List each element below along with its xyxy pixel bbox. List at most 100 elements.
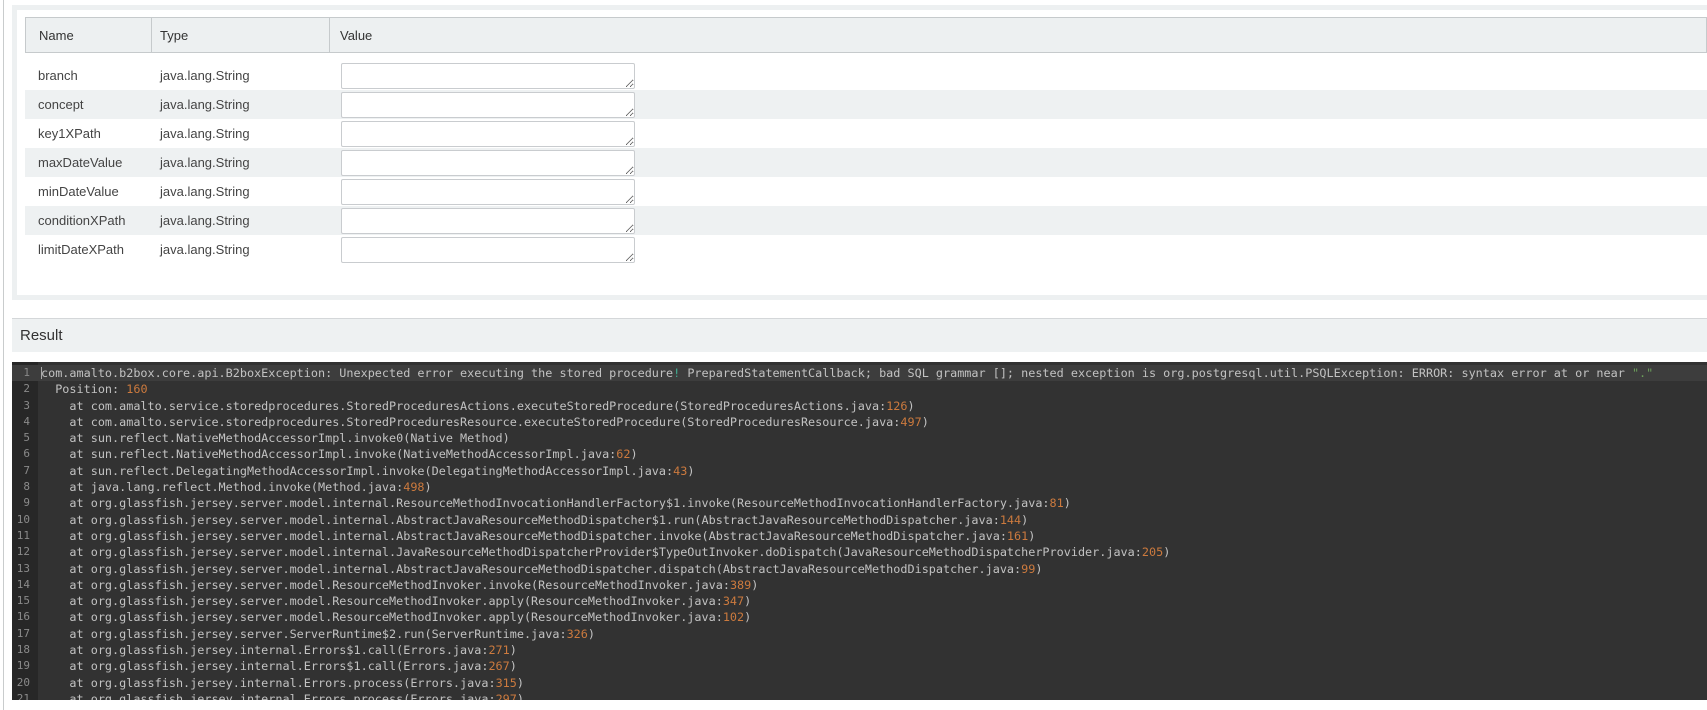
column-header-name: Name (26, 18, 152, 52)
value-textarea-key1XPath[interactable] (341, 121, 635, 147)
column-header-value: Value (330, 18, 1706, 52)
param-type: java.lang.String (160, 126, 341, 141)
param-type: java.lang.String (160, 213, 341, 228)
line-number: 20 (12, 675, 38, 691)
result-section-header: Result (12, 318, 1707, 352)
line-number: 14 (12, 577, 38, 593)
line-number: 19 (12, 658, 38, 674)
line-text: com.amalto.b2box.core.api.B2boxException… (38, 365, 1707, 381)
result-title: Result (20, 327, 63, 344)
line-number: 17 (12, 626, 38, 642)
line-text: at java.lang.reflect.Method.invoke(Metho… (38, 479, 1707, 495)
param-type: java.lang.String (160, 155, 341, 170)
line-text: at sun.reflect.NativeMethodAccessorImpl.… (38, 430, 1707, 446)
value-textarea-minDateValue[interactable] (341, 179, 635, 205)
parameters-panel: Name Type Value branchjava.lang.Stringco… (12, 5, 1707, 300)
console-line: 12 at org.glassfish.jersey.server.model.… (12, 544, 1707, 560)
console-line: 6 at sun.reflect.NativeMethodAccessorImp… (12, 446, 1707, 462)
line-text: Position: 160 (38, 381, 1707, 397)
line-text: at org.glassfish.jersey.server.ServerRun… (38, 626, 1707, 642)
line-number: 10 (12, 512, 38, 528)
line-text: at org.glassfish.jersey.internal.Errors$… (38, 642, 1707, 658)
console-line: 2 Position: 160 (12, 381, 1707, 397)
line-number: 21 (12, 691, 38, 700)
line-text: at sun.reflect.NativeMethodAccessorImpl.… (38, 446, 1707, 462)
parameters-card: Name Type Value branchjava.lang.Stringco… (17, 10, 1707, 295)
console-line: 20 at org.glassfish.jersey.internal.Erro… (12, 675, 1707, 691)
line-number: 5 (12, 430, 38, 446)
table-row: branchjava.lang.String (25, 61, 1707, 90)
value-textarea-limitDateXPath[interactable] (341, 237, 635, 263)
value-textarea-concept[interactable] (341, 92, 635, 118)
console-line: 11 at org.glassfish.jersey.server.model.… (12, 528, 1707, 544)
table-row: key1XPathjava.lang.String (25, 119, 1707, 148)
console-line: 4 at com.amalto.service.storedprocedures… (12, 414, 1707, 430)
console-line: 21 at org.glassfish.jersey.internal.Erro… (12, 691, 1707, 700)
console-line: 8 at java.lang.reflect.Method.invoke(Met… (12, 479, 1707, 495)
line-text: at org.glassfish.jersey.internal.Errors.… (38, 675, 1707, 691)
line-text: at org.glassfish.jersey.server.model.int… (38, 495, 1707, 511)
param-name: minDateValue (25, 184, 160, 199)
line-text: at org.glassfish.jersey.internal.Errors.… (38, 691, 1707, 700)
console-line: 9 at org.glassfish.jersey.server.model.i… (12, 495, 1707, 511)
param-name: concept (25, 97, 160, 112)
line-text: at org.glassfish.jersey.server.model.Res… (38, 593, 1707, 609)
line-number: 18 (12, 642, 38, 658)
line-text: at sun.reflect.DelegatingMethodAccessorI… (38, 463, 1707, 479)
param-name: maxDateValue (25, 155, 160, 170)
line-number: 1 (12, 365, 38, 381)
console-line: 17 at org.glassfish.jersey.server.Server… (12, 626, 1707, 642)
table-row: minDateValuejava.lang.String (25, 177, 1707, 206)
parameters-table-header: Name Type Value (25, 17, 1707, 53)
value-textarea-conditionXPath[interactable] (341, 208, 635, 234)
panel-splitter-line (3, 0, 4, 710)
line-number: 12 (12, 544, 38, 560)
line-number: 3 (12, 398, 38, 414)
line-number: 6 (12, 446, 38, 462)
line-number: 9 (12, 495, 38, 511)
line-text: at org.glassfish.jersey.server.model.Res… (38, 609, 1707, 625)
value-textarea-maxDateValue[interactable] (341, 150, 635, 176)
line-number: 4 (12, 414, 38, 430)
param-name: conditionXPath (25, 213, 160, 228)
console-line: 7 at sun.reflect.DelegatingMethodAccesso… (12, 463, 1707, 479)
console-line: 16 at org.glassfish.jersey.server.model.… (12, 609, 1707, 625)
param-name: key1XPath (25, 126, 160, 141)
table-row: conceptjava.lang.String (25, 90, 1707, 119)
line-text: at org.glassfish.jersey.internal.Errors$… (38, 658, 1707, 674)
console-line: 13 at org.glassfish.jersey.server.model.… (12, 561, 1707, 577)
parameters-table-body: branchjava.lang.Stringconceptjava.lang.S… (25, 61, 1707, 264)
line-number: 13 (12, 561, 38, 577)
console-line: 3 at com.amalto.service.storedprocedures… (12, 398, 1707, 414)
console-line: 14 at org.glassfish.jersey.server.model.… (12, 577, 1707, 593)
line-number: 7 (12, 463, 38, 479)
param-type: java.lang.String (160, 242, 341, 257)
line-number: 11 (12, 528, 38, 544)
table-row: limitDateXPathjava.lang.String (25, 235, 1707, 264)
column-header-type: Type (152, 18, 330, 52)
line-text: at org.glassfish.jersey.server.model.Res… (38, 577, 1707, 593)
table-row: maxDateValuejava.lang.String (25, 148, 1707, 177)
result-console[interactable]: 1com.amalto.b2box.core.api.B2boxExceptio… (12, 362, 1707, 700)
console-line: 19 at org.glassfish.jersey.internal.Erro… (12, 658, 1707, 674)
line-text: at com.amalto.service.storedprocedures.S… (38, 414, 1707, 430)
param-name: branch (25, 68, 160, 83)
line-text: at org.glassfish.jersey.server.model.int… (38, 528, 1707, 544)
console-line: 18 at org.glassfish.jersey.internal.Erro… (12, 642, 1707, 658)
line-number: 15 (12, 593, 38, 609)
line-number: 8 (12, 479, 38, 495)
console-line: 15 at org.glassfish.jersey.server.model.… (12, 593, 1707, 609)
console-line: 5 at sun.reflect.NativeMethodAccessorImp… (12, 430, 1707, 446)
param-type: java.lang.String (160, 184, 341, 199)
line-number: 2 (12, 381, 38, 397)
line-text: at org.glassfish.jersey.server.model.int… (38, 512, 1707, 528)
line-text: at com.amalto.service.storedprocedures.S… (38, 398, 1707, 414)
param-type: java.lang.String (160, 97, 341, 112)
line-text: at org.glassfish.jersey.server.model.int… (38, 561, 1707, 577)
param-type: java.lang.String (160, 68, 341, 83)
line-number: 16 (12, 609, 38, 625)
console-line: 10 at org.glassfish.jersey.server.model.… (12, 512, 1707, 528)
line-text: at org.glassfish.jersey.server.model.int… (38, 544, 1707, 560)
console-line: 1com.amalto.b2box.core.api.B2boxExceptio… (12, 365, 1707, 381)
value-textarea-branch[interactable] (341, 63, 635, 89)
